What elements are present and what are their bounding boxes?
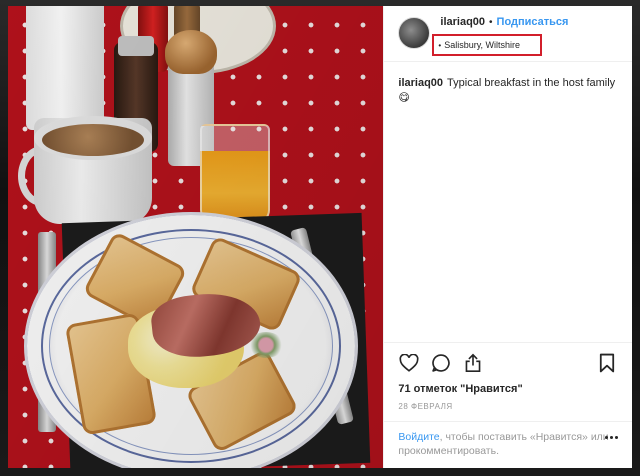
more-icon[interactable] xyxy=(605,436,618,439)
likes-count[interactable]: 71 отметок "Нравится" xyxy=(398,383,622,395)
action-bar xyxy=(398,343,622,383)
user-row: ilariaq00 • Подписаться xyxy=(440,17,568,28)
comments-area: ilariaq00 Typical breakfast in the host f… xyxy=(384,62,632,342)
post-modal: ilariaq00 • Подписаться • Salisbury, Wil… xyxy=(8,6,632,468)
bookmark-icon[interactable] xyxy=(596,352,618,374)
login-link[interactable]: Войдите xyxy=(398,431,439,443)
post-photo[interactable] xyxy=(8,6,384,468)
post-side-panel: ilariaq00 • Подписаться • Salisbury, Wil… xyxy=(383,6,632,468)
username-link[interactable]: ilariaq00 xyxy=(440,17,485,28)
avatar[interactable] xyxy=(398,17,431,49)
post-header: ilariaq00 • Подписаться • Salisbury, Wil… xyxy=(384,6,632,62)
separator-dot: • xyxy=(489,16,493,28)
location-highlight-box: • Salisbury, Wiltshire xyxy=(432,34,543,56)
caption: ilariaq00 Typical breakfast in the host f… xyxy=(398,76,622,106)
post-date: 28 ФЕВРАЛЯ xyxy=(398,402,453,411)
follow-button[interactable]: Подписаться xyxy=(497,17,569,28)
location-link[interactable]: Salisbury, Wiltshire xyxy=(444,40,520,50)
actions-block: 71 отметок "Нравится" 28 ФЕВРАЛЯ xyxy=(384,342,632,421)
location-bullet: • xyxy=(438,40,442,50)
share-icon[interactable] xyxy=(462,352,484,374)
photo-shade xyxy=(8,6,384,468)
header-text: ilariaq00 • Подписаться xyxy=(440,16,568,28)
login-prompt: Войдите, чтобы поставить «Нравится» или … xyxy=(384,421,632,468)
comment-icon[interactable] xyxy=(430,352,452,374)
caption-username[interactable]: ilariaq00 xyxy=(398,77,443,89)
heart-icon[interactable] xyxy=(398,352,420,374)
